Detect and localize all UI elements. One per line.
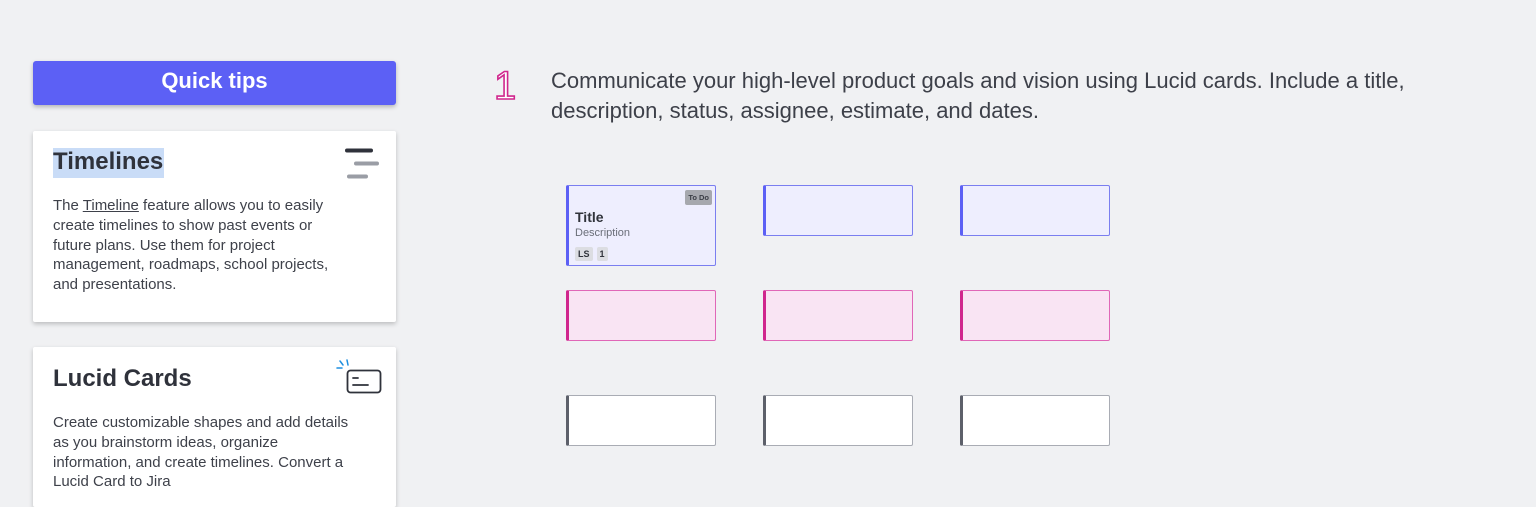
lucid-card-empty[interactable] xyxy=(763,290,913,341)
lucid-card-empty[interactable] xyxy=(763,395,913,446)
lucid-card-empty[interactable] xyxy=(566,290,716,341)
lucid-card-empty[interactable] xyxy=(763,185,913,236)
card-title: Title xyxy=(575,209,604,225)
timelines-tip-card: Timelines The Timeline feature allows yo… xyxy=(33,131,396,322)
step-number: 1 xyxy=(493,64,517,108)
status-badge: To Do xyxy=(685,190,712,205)
timelines-tip-body: The Timeline feature allows you to easil… xyxy=(53,197,329,294)
lucid-card-empty[interactable] xyxy=(960,395,1110,446)
card-description: Description xyxy=(575,227,631,239)
lucid-card-icon xyxy=(336,359,382,394)
timeline-link[interactable]: Timeline xyxy=(83,197,139,214)
timelines-tip-title: Timelines xyxy=(53,148,165,178)
lucid-cards-tip-card: Lucid Cards Create customizable shapes a… xyxy=(33,347,396,507)
lucid-card-sample[interactable]: To Do Title Description LS 1 xyxy=(566,185,716,266)
estimate-badge: 1 xyxy=(596,247,608,261)
lucid-card-empty[interactable] xyxy=(960,290,1110,341)
lucid-cards-tip-title: Lucid Cards xyxy=(53,365,192,392)
lucid-cards-tip-body: Create customizable shapes and add detai… xyxy=(53,414,349,491)
lucid-card-empty[interactable] xyxy=(960,185,1110,236)
lucid-card-empty[interactable] xyxy=(566,395,716,446)
quick-tips-header: Quick tips xyxy=(33,61,396,105)
timeline-icon xyxy=(345,148,379,179)
assignee-badge: LS xyxy=(575,247,593,261)
instruction-text: Communicate your high-level product goal… xyxy=(551,68,1405,123)
